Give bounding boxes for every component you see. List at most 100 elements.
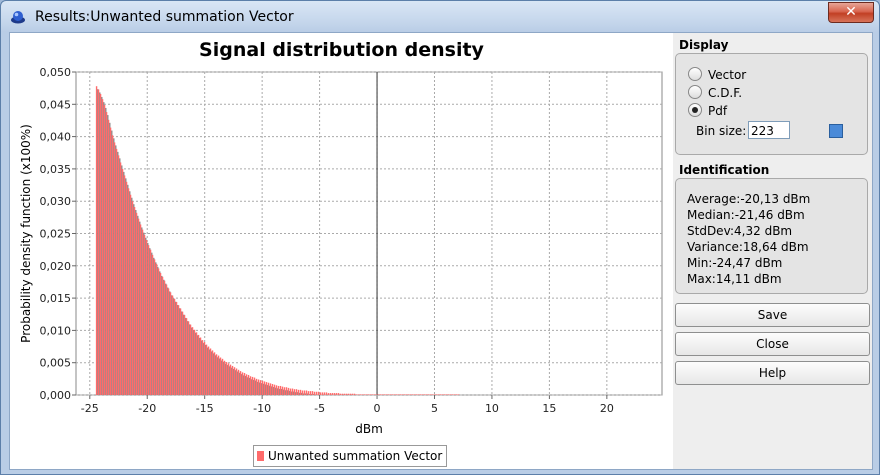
- bar: [315, 391, 318, 395]
- bar: [333, 393, 336, 395]
- bar: [101, 99, 104, 395]
- bar: [155, 263, 158, 395]
- legend-label: Unwanted summation Vector: [268, 449, 443, 463]
- bar: [375, 394, 378, 395]
- radio-vector[interactable]: Vector: [688, 67, 746, 83]
- y-tick-label: 0,030: [40, 195, 72, 208]
- save-button[interactable]: Save: [675, 303, 870, 327]
- bar: [247, 374, 250, 395]
- bar: [367, 394, 370, 395]
- bar: [103, 104, 106, 396]
- calculator-icon[interactable]: [829, 124, 843, 138]
- bar: [309, 391, 312, 395]
- stat-min: Min:-24,47 dBm: [687, 256, 783, 270]
- bin-size-input[interactable]: 223: [748, 121, 843, 139]
- bar: [319, 392, 322, 395]
- bar: [139, 224, 142, 395]
- radio-cdf[interactable]: C.D.F.: [688, 85, 742, 101]
- bar: [171, 295, 174, 395]
- bar: [407, 394, 410, 395]
- bar: [287, 387, 290, 395]
- bar: [141, 229, 144, 395]
- bar: [195, 332, 198, 395]
- bar: [391, 394, 394, 395]
- bar: [433, 394, 436, 395]
- radio-vector-label: Vector: [708, 68, 747, 82]
- window-title: Results:Unwanted summation Vector: [35, 9, 294, 25]
- x-tick-label: -20: [138, 402, 156, 415]
- bar: [107, 119, 110, 395]
- bar: [127, 188, 130, 395]
- bar: [109, 127, 112, 395]
- bin-size-label: Bin size:: [696, 124, 747, 138]
- x-tick-label: -5: [314, 402, 325, 415]
- bar: [317, 391, 320, 395]
- bar: [349, 393, 352, 395]
- bar: [279, 385, 282, 395]
- bar: [453, 394, 456, 395]
- x-axis-label: dBm: [355, 422, 383, 436]
- bar: [283, 387, 286, 395]
- bar: [135, 212, 138, 395]
- bar: [123, 175, 126, 395]
- bar: [179, 308, 182, 395]
- bar: [371, 394, 374, 395]
- bar: [311, 391, 314, 395]
- bar: [183, 314, 186, 395]
- bar: [215, 354, 218, 395]
- bar: [457, 394, 460, 395]
- bar: [359, 394, 362, 395]
- radio-pdf[interactable]: Pdf: [688, 103, 727, 119]
- bar: [337, 393, 340, 395]
- bar: [233, 367, 236, 395]
- stat-median: Median:-21,46 dBm: [687, 208, 805, 222]
- results-window: Results:Unwanted summation Vector ✕ Sign…: [0, 0, 880, 475]
- y-tick-label: 0,000: [40, 389, 72, 402]
- window-close-button[interactable]: ✕: [828, 2, 874, 23]
- radio-pdf-button[interactable]: [688, 103, 702, 117]
- y-tick-label: 0,035: [40, 163, 72, 176]
- bar: [379, 394, 382, 395]
- bar: [265, 382, 268, 395]
- bar: [289, 388, 292, 395]
- bar: [439, 394, 442, 395]
- bar: [269, 383, 272, 395]
- title-bar[interactable]: Results:Unwanted summation Vector ✕: [1, 1, 879, 32]
- bar: [271, 384, 274, 395]
- bar: [451, 394, 454, 395]
- bar: [151, 254, 154, 395]
- bar: [373, 394, 376, 395]
- bar: [193, 329, 196, 395]
- x-tick-label: -15: [196, 402, 214, 415]
- radio-vector-button[interactable]: [688, 67, 702, 81]
- bar: [297, 389, 300, 395]
- bar: [161, 276, 164, 395]
- bar: [163, 280, 166, 395]
- bar: [385, 394, 388, 395]
- chart-legend: Unwanted summation Vector: [253, 445, 448, 467]
- bar: [425, 394, 428, 395]
- pdf-chart: -25 -20 -15 -10 -5 0 5 10 15 20 0,000 0,005 0,010 0,0…: [19, 66, 663, 436]
- bar: [115, 148, 118, 395]
- bar: [241, 372, 244, 395]
- bar: [445, 394, 448, 395]
- bar: [357, 394, 360, 395]
- bar: [153, 259, 156, 395]
- bar: [431, 394, 434, 395]
- y-tick-label: 0,005: [40, 357, 72, 370]
- bar: [447, 394, 450, 395]
- bar: [267, 382, 270, 395]
- display-section-label: Display: [679, 38, 729, 52]
- bar: [129, 194, 132, 395]
- bar: [201, 340, 204, 395]
- bar: [365, 394, 368, 395]
- bar: [209, 348, 212, 395]
- stat-stddev: StdDev:4,32 dBm: [687, 224, 793, 238]
- bar: [295, 389, 298, 395]
- close-button[interactable]: Close: [675, 332, 870, 356]
- bar: [405, 394, 408, 395]
- bar: [329, 393, 332, 395]
- bar: [281, 386, 284, 395]
- help-button[interactable]: Help: [675, 361, 870, 385]
- radio-cdf-button[interactable]: [688, 85, 702, 99]
